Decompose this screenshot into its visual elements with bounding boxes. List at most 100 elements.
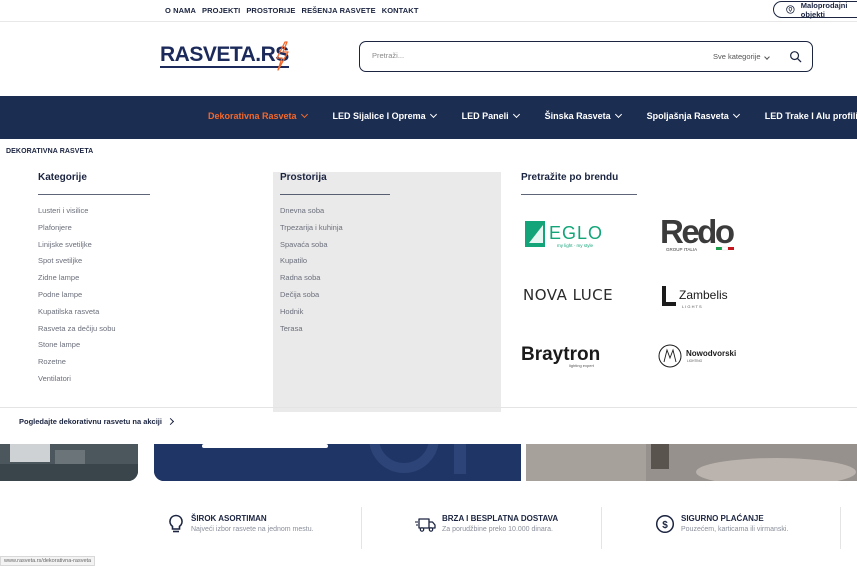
brand-redo-text: Redo [660,213,734,250]
category-link[interactable]: Plafonjere [38,220,150,237]
category-link[interactable]: Zidne lampe [38,270,150,287]
feature-separator [601,507,602,549]
top-nav-prostorije[interactable]: PROSTORIJE [246,6,295,15]
nav-dekorativna-rasveta[interactable]: Dekorativna Rasveta [208,110,308,121]
mega-menu-divider [0,407,857,408]
store-button-label: Maloprodajni objekti [800,0,848,19]
site-logo[interactable]: RASVETA.RS [160,44,289,68]
delivery-truck-icon [415,518,436,532]
room-link[interactable]: Trpezarija i kuhinja [280,220,390,237]
divider [38,194,150,195]
room-link[interactable]: Hodnik [280,304,390,321]
feature-payment: $ SIGURNO PLAĆANJE Pouzećem, karticama i… [655,514,788,535]
store-locations-button[interactable]: Maloprodajni objekti [773,0,857,19]
map-pin-icon [786,5,795,14]
main-nav: Dekorativna Rasveta LED Sijalice I Oprem… [0,96,857,139]
divider [280,194,390,195]
top-bar: O NAMA PROJEKTI PROSTORIJE REŠENJA RASVE… [0,0,857,22]
nav-led-paneli[interactable]: LED Paneli [462,110,520,121]
top-nav-kontakt[interactable]: KONTAKT [382,6,419,15]
dollar-circle-icon: $ [655,514,675,534]
mega-menu: DEKORATIVNA RASVETA Kategorije Lusteri i… [0,139,857,444]
category-select[interactable]: Sve kategorije [713,52,770,61]
feature-separator [840,507,841,549]
mega-menu-title: DEKORATIVNA RASVETA [6,148,94,155]
categories-heading: Kategorije [38,172,87,183]
divider [521,194,637,195]
room-link[interactable]: Dečija soba [280,287,390,304]
lightbulb-icon [169,514,183,533]
top-nav-o-nama[interactable]: O NAMA [165,6,196,15]
chevron-down-icon [429,110,437,119]
hero-banner [154,444,521,481]
brand-zambelis-tagline: L I G H T S [682,304,702,309]
chevron-down-icon [763,54,770,60]
categories-column: Kategorije Lusteri i visilice Plafonjere… [38,172,150,388]
brand-braytron-text: Braytron [521,344,600,365]
feature-subtitle: Najveći izbor rasvete na jednom mestu. [191,526,314,533]
hero-image-left [0,444,138,481]
feature-title: BRZA I BESPLATNA DOSTAVA [442,514,559,523]
chevron-right-icon [166,417,175,426]
search-input[interactable] [370,50,670,61]
room-link[interactable]: Dnevna soba [280,203,390,220]
room-column: Prostorija Dnevna soba Trpezarija i kuhi… [280,172,390,337]
room-heading: Prostorija [280,172,327,183]
feature-title: SIGURNO PLAĆANJE [681,514,764,523]
chevron-down-icon [300,110,308,119]
category-link[interactable]: Rozetne [38,354,150,371]
search-bar: Sve kategorije [359,41,813,72]
category-link[interactable]: Linijske svetiljke [38,237,150,254]
nav-led-sijalice[interactable]: LED Sijalice I Oprema [333,110,437,121]
category-link[interactable]: Podne lampe [38,287,150,304]
category-link[interactable]: Rasveta za dečiju sobu [38,321,150,338]
brand-nowodvorski-tagline: LIGHTING [687,359,703,363]
brand-eglo-tagline: my light · my style [557,243,594,248]
status-bar-url: www.rasveta.rs/dekorativna-rasveta [0,556,96,566]
top-nav-resenja-rasvete[interactable]: REŠENJA RASVETE [302,6,376,15]
brand-logo-zambelis[interactable]: Zambelis L I G H T S [660,282,750,310]
feature-separator [361,507,362,549]
search-icon[interactable] [789,50,802,63]
category-link[interactable]: Kupatilska rasveta [38,304,150,321]
header: RASVETA.RS Sve kategorije [0,22,857,96]
hero-image-right [526,444,857,481]
category-link[interactable]: Lusteri i visilice [38,203,150,220]
brand-zambelis-text: Zambelis [679,288,728,302]
room-link[interactable]: Kupatilo [280,253,390,270]
brand-eglo-text: EGLO [549,223,603,243]
brand-logo-eglo[interactable]: EGLO my light · my style [523,217,613,251]
chevron-down-icon [512,110,520,119]
nav-spoljasnja-rasveta[interactable]: Spoljašnja Rasveta [647,110,740,121]
brand-logo-braytron[interactable]: Braytron lighting expert [521,342,616,370]
feature-subtitle: Za porudžbine preko 10.000 dinara. [442,526,553,533]
sale-link-label: Pogledajte dekorativnu rasvetu na akciji [19,417,162,426]
top-nav-projekti[interactable]: PROJEKTI [202,6,240,15]
brand-logo-nowodvorski[interactable]: Nowodvorski LIGHTING [657,343,752,369]
brand-heading: Pretražite po brendu [521,172,619,183]
category-link[interactable]: Ventilatori [38,371,150,388]
room-link[interactable]: Spavaća soba [280,237,390,254]
brand-logo-nova-luce[interactable]: NOVA LUCE [523,286,613,304]
category-link[interactable]: Stone lampe [38,337,150,354]
lightning-bolt-icon [276,41,289,71]
chevron-down-icon [732,110,740,119]
brand-redo-tagline: GROUP ITALIA [666,247,697,252]
category-link[interactable]: Spot svetiljke [38,253,150,270]
feature-delivery: BRZA I BESPLATNA DOSTAVA Za porudžbine p… [414,514,558,535]
feature-subtitle: Pouzećem, karticama ili virmanski. [681,526,789,533]
brand-nowodvorski-text: Nowodvorski [686,349,736,358]
brand-logo-redo[interactable]: Redo GROUP ITALIA [658,213,748,253]
brand-column: Pretražite po brendu [521,172,637,203]
sale-link[interactable]: Pogledajte dekorativnu rasvetu na akciji [19,417,175,426]
nav-led-trake[interactable]: LED Trake I Alu profili [765,111,857,121]
feature-assortment: ŠIROK ASORTIMAN Najveći izbor rasvete na… [167,514,314,535]
svg-text:$: $ [662,520,668,531]
brand-braytron-tagline: lighting expert [569,363,595,368]
chevron-down-icon [614,110,622,119]
top-nav: O NAMA PROJEKTI PROSTORIJE REŠENJA RASVE… [165,6,419,15]
feature-title: ŠIROK ASORTIMAN [191,514,267,523]
room-link[interactable]: Radna soba [280,270,390,287]
nav-sinska-rasveta[interactable]: Šinska Rasveta [545,110,622,121]
room-link[interactable]: Terasa [280,321,390,338]
